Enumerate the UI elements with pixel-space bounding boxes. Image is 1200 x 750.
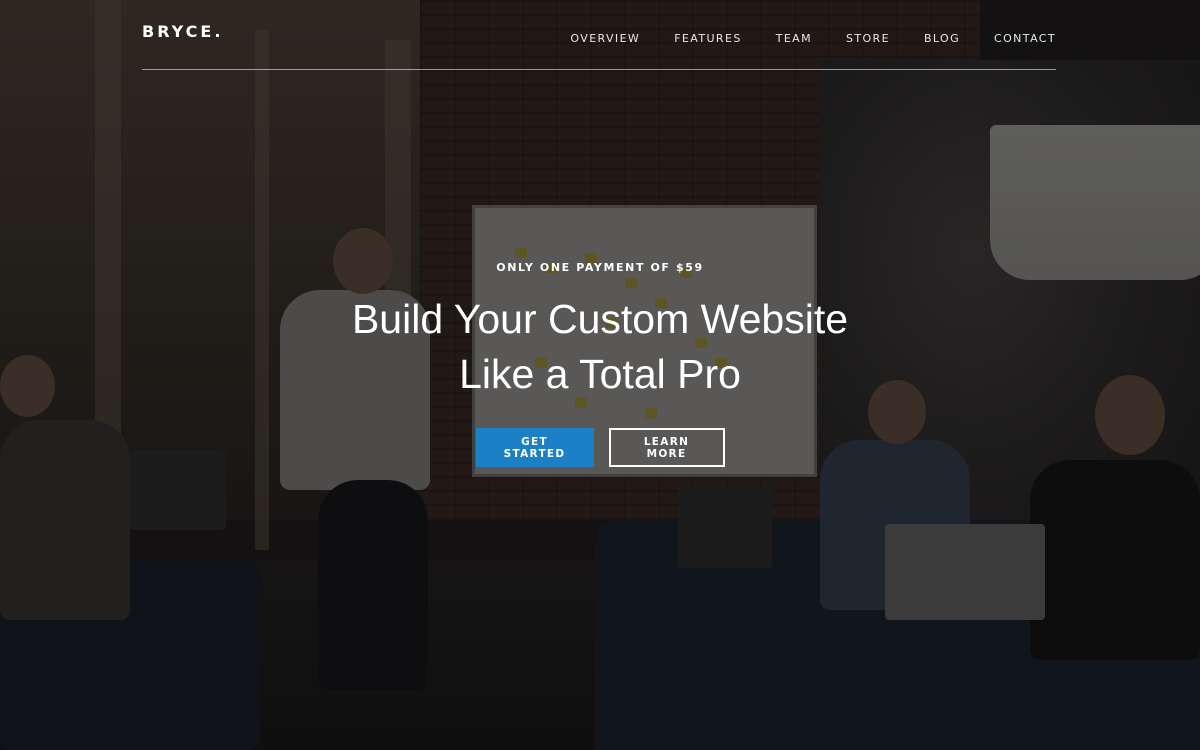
hero-headline: Build Your Custom Website Like a Total P… [0,292,1200,402]
hero-headline-line-1: Build Your Custom Website [351,296,849,342]
nav-link-contact[interactable]: CONTACT [994,32,1056,45]
nav-item-team: TEAM [776,27,812,46]
site-header: BRYCE. OVERVIEW FEATURES TEAM STORE BLOG… [142,0,1056,70]
hero-headline-line-2: Like a Total Pro [459,351,741,397]
nav-link-features[interactable]: FEATURES [674,32,742,45]
hero-cta-group: GET STARTED LEARN MORE [0,428,1200,467]
nav-link-store[interactable]: STORE [846,32,890,45]
nav-item-store: STORE [846,27,890,46]
nav-link-team[interactable]: TEAM [776,32,812,45]
nav-item-contact: CONTACT [994,27,1056,46]
hero-section: BRYCE. OVERVIEW FEATURES TEAM STORE BLOG… [0,0,1200,750]
nav-item-overview: OVERVIEW [570,27,640,46]
nav-item-features: FEATURES [674,27,742,46]
nav-link-blog[interactable]: BLOG [924,32,960,45]
hero-eyebrow: ONLY ONE PAYMENT OF $59 [496,261,704,274]
get-started-button[interactable]: GET STARTED [475,428,594,467]
nav-link-overview[interactable]: OVERVIEW [570,32,640,45]
nav-item-blog: BLOG [924,27,960,46]
hero-content: ONLY ONE PAYMENT OF $59 Build Your Custo… [0,261,1200,467]
learn-more-button[interactable]: LEARN MORE [608,428,725,467]
main-nav: OVERVIEW FEATURES TEAM STORE BLOG CONTAC… [570,27,1056,46]
brand-logo[interactable]: BRYCE. [142,22,223,41]
